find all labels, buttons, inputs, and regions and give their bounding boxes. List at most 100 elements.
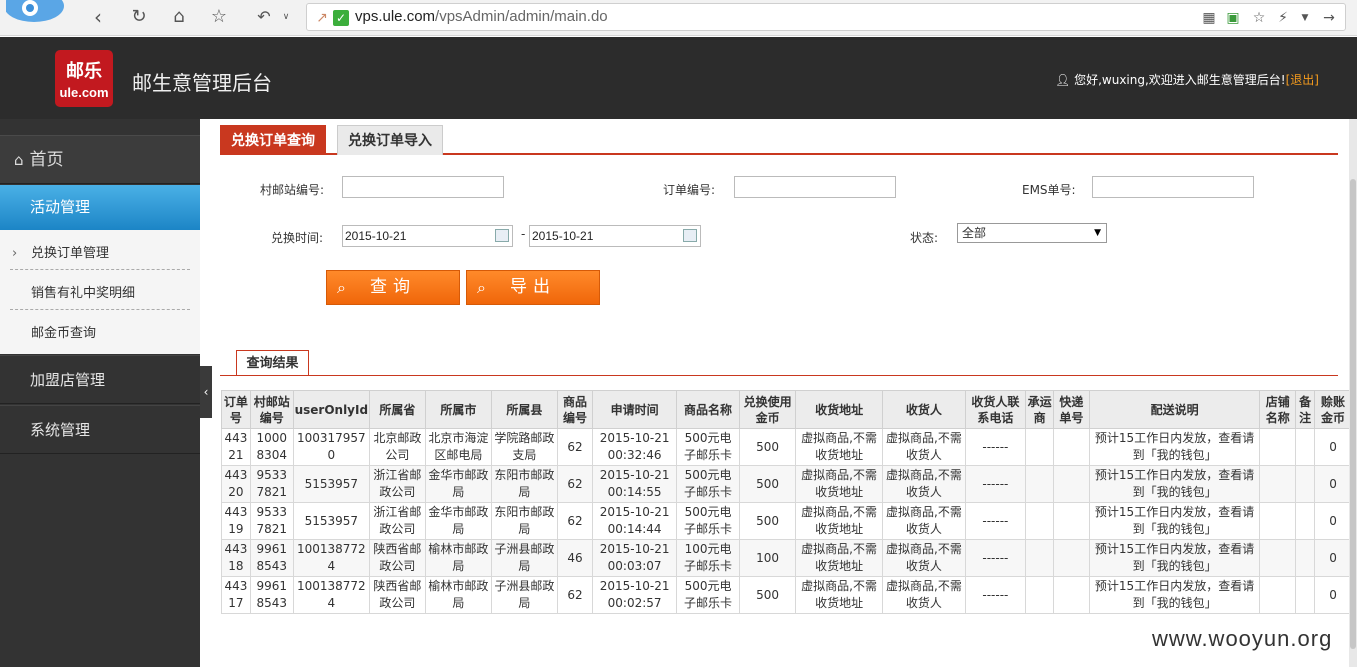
sidebar-item-franchise-management[interactable]: 加盟店管理 bbox=[0, 355, 200, 404]
date-to-value: 2015-10-21 bbox=[532, 229, 594, 243]
table-cell bbox=[1025, 428, 1054, 466]
table-cell: 1001387724 bbox=[292, 576, 371, 614]
table-cell: 44320 bbox=[221, 465, 251, 503]
table-cell: 0 bbox=[1314, 576, 1352, 614]
table-cell: 榆林市邮政局 bbox=[424, 576, 493, 614]
table-cell: 虚拟商品,不需收货地址 bbox=[794, 539, 884, 577]
column-header: 订单号 bbox=[221, 390, 251, 429]
table-cell: 虚拟商品,不需收货人 bbox=[882, 576, 966, 614]
qrcode-icon[interactable]: ▦ bbox=[1200, 9, 1218, 27]
table-cell: 0 bbox=[1314, 502, 1352, 540]
table-cell bbox=[1259, 502, 1297, 540]
date-to-input[interactable]: 2015-10-21 bbox=[529, 225, 701, 247]
results-tab[interactable]: 查询结果 bbox=[236, 350, 309, 376]
table-cell: 2015-10-21 00:32:46 bbox=[592, 428, 677, 466]
table-cell: 虚拟商品,不需收货人 bbox=[882, 465, 966, 503]
scrollbar-thumb[interactable] bbox=[1350, 179, 1356, 649]
table-cell: 金华市邮政局 bbox=[424, 465, 493, 503]
table-cell: 1001387724 bbox=[292, 539, 371, 577]
column-header: 承运商 bbox=[1025, 390, 1054, 429]
table-cell: 2015-10-21 00:02:57 bbox=[592, 576, 677, 614]
column-header: userOnlyId bbox=[292, 390, 371, 429]
dropdown-icon[interactable]: ▼ bbox=[1296, 9, 1314, 27]
table-cell: 子洲县邮政局 bbox=[491, 539, 558, 577]
page-scrollbar[interactable] bbox=[1349, 119, 1357, 667]
date-from-input[interactable]: 2015-10-21 bbox=[342, 225, 513, 247]
back-icon[interactable]: ‹ bbox=[86, 6, 110, 28]
chevron-down-icon: ▼ bbox=[1094, 228, 1101, 238]
table-cell: 东阳市邮政局 bbox=[491, 465, 558, 503]
column-header: 收货人联系电话 bbox=[964, 390, 1027, 429]
sidebar-item-home[interactable]: ⌂ 首页 bbox=[0, 135, 200, 184]
query-button[interactable]: ⌕ 查询 bbox=[326, 270, 460, 305]
table-cell: 陕西省邮政公司 bbox=[369, 576, 426, 614]
undo-icon[interactable]: ↶ bbox=[252, 6, 276, 28]
table-cell: 学院路邮政支局 bbox=[491, 428, 558, 466]
status-select[interactable]: 全部 ▼ bbox=[957, 223, 1107, 243]
sidebar-item-activity-management[interactable]: 活动管理 bbox=[0, 185, 200, 230]
column-header: 备注 bbox=[1295, 390, 1316, 429]
table-cell: 100 bbox=[739, 539, 796, 577]
table-cell: 500元电子邮乐卡 bbox=[675, 502, 741, 540]
ule-logo[interactable]: 邮乐 ule.com bbox=[55, 50, 113, 107]
status-label: 状态: bbox=[910, 231, 939, 245]
url-text: vps.ule.com/vpsAdmin/admin/main.do bbox=[355, 8, 608, 25]
address-bar[interactable]: ↗ ✓ vps.ule.com/vpsAdmin/admin/main.do ▦… bbox=[306, 3, 1346, 31]
browser-toolbar: ‹ ↻ ⌂ ☆ ↶ ∨ ↗ ✓ vps.ule.com/vpsAdmin/adm… bbox=[0, 0, 1357, 36]
table-cell: 预计15工作日内发放，查看请到「我的钱包」 bbox=[1088, 539, 1261, 577]
order-number-input[interactable] bbox=[734, 176, 896, 198]
table-cell: 浙江省邮政公司 bbox=[369, 465, 426, 503]
station-number-input[interactable] bbox=[342, 176, 504, 198]
submenu-item-sales-prize-details[interactable]: 销售有礼中奖明细 bbox=[10, 270, 190, 310]
submenu-item-coin-query[interactable]: 邮金币查询 bbox=[10, 310, 190, 350]
ems-number-label: EMS单号: bbox=[1022, 183, 1076, 197]
calendar-icon[interactable] bbox=[495, 229, 509, 242]
reload-icon[interactable]: ↻ bbox=[127, 6, 151, 28]
home-icon: ⌂ bbox=[14, 151, 24, 169]
home-icon[interactable]: ⌂ bbox=[167, 6, 191, 28]
table-cell: 0 bbox=[1314, 428, 1352, 466]
search-icon: ⌕ bbox=[337, 278, 346, 297]
table-cell: ------ bbox=[964, 428, 1027, 466]
table-cell: 东阳市邮政局 bbox=[491, 502, 558, 540]
table-cell: 浙江省邮政公司 bbox=[369, 502, 426, 540]
date-separator: - bbox=[521, 227, 526, 241]
search-icon: ⌕ bbox=[477, 278, 486, 297]
lightning-icon[interactable]: ⚡ bbox=[1274, 9, 1292, 27]
submenu-item-exchange-orders[interactable]: › 兑换订单管理 bbox=[10, 230, 190, 270]
export-button[interactable]: ⌕ 导出 bbox=[466, 270, 600, 305]
favorite-star-icon[interactable]: ☆ bbox=[207, 6, 231, 28]
tab-exchange-order-import[interactable]: 兑换订单导入 bbox=[337, 125, 443, 155]
column-header: 商品编号 bbox=[556, 390, 594, 429]
logo-text: 邮乐 bbox=[66, 61, 102, 81]
table-cell: 虚拟商品,不需收货地址 bbox=[794, 576, 884, 614]
table-cell: ------ bbox=[964, 465, 1027, 503]
table-cell: 10008304 bbox=[249, 428, 294, 466]
table-cell: 北京邮政公司 bbox=[369, 428, 426, 466]
bookmark-star-icon[interactable]: ☆ bbox=[1250, 9, 1268, 27]
tab-exchange-order-query[interactable]: 兑换订单查询 bbox=[220, 125, 326, 155]
table-cell bbox=[1025, 539, 1054, 577]
app-title: 邮生意管理后台 bbox=[132, 71, 272, 95]
ems-number-input[interactable] bbox=[1092, 176, 1254, 198]
table-cell: 500元电子邮乐卡 bbox=[675, 465, 741, 503]
table-cell: 子洲县邮政局 bbox=[491, 576, 558, 614]
table-cell: 95337821 bbox=[249, 502, 294, 540]
table-cell: 虚拟商品,不需收货地址 bbox=[794, 465, 884, 503]
table-cell: 预计15工作日内发放，查看请到「我的钱包」 bbox=[1088, 428, 1261, 466]
table-header-row: 订单号 村邮站编号 userOnlyId 所属省 所属市 所属县 商品编号 申请时间 商品名称兑… bbox=[221, 390, 1352, 429]
sidebar-item-system-management[interactable]: 系统管理 bbox=[0, 405, 200, 454]
table-cell: 预计15工作日内发放，查看请到「我的钱包」 bbox=[1088, 465, 1261, 503]
logout-link[interactable]: [退出] bbox=[1286, 73, 1319, 87]
lock-icon[interactable]: ▣ bbox=[1224, 9, 1242, 27]
submenu-label: 销售有礼中奖明细 bbox=[31, 286, 136, 301]
calendar-icon[interactable] bbox=[683, 229, 697, 242]
undo-dropdown-icon[interactable]: ∨ bbox=[274, 6, 298, 28]
table-cell: 62 bbox=[556, 576, 594, 614]
main-content: 兑换订单查询 兑换订单导入 村邮站编号: 订单编号: EMS单号: 兑换时间: … bbox=[212, 119, 1352, 667]
status-select-value: 全部 bbox=[962, 226, 987, 240]
table-cell: 虚拟商品,不需收货地址 bbox=[794, 502, 884, 540]
sidebar-collapse-icon[interactable]: ‹ bbox=[200, 366, 212, 418]
go-arrow-icon[interactable]: → bbox=[1320, 9, 1338, 27]
table-cell bbox=[1025, 502, 1054, 540]
